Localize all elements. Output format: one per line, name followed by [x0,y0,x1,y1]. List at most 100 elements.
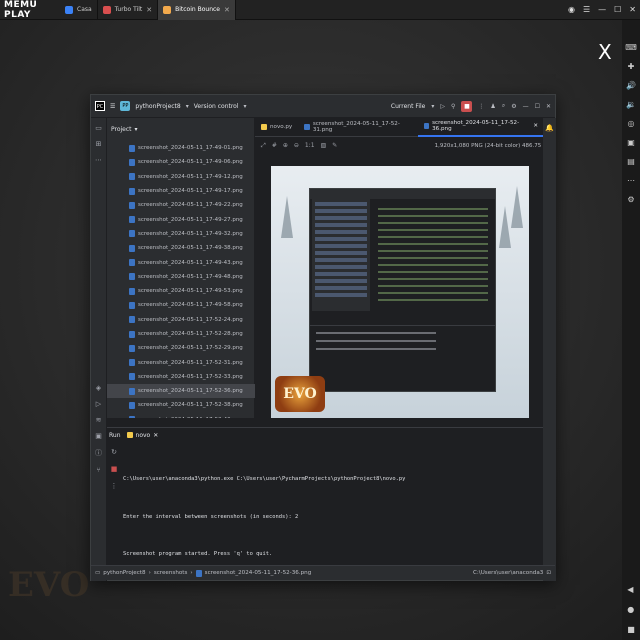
terminal-icon[interactable]: ▣ [95,432,102,440]
fit-icon[interactable]: ⤢ [261,142,266,150]
volume-up-icon[interactable]: 🔊 [626,82,636,90]
services-icon[interactable]: ≋ [96,416,102,424]
zoom-in-icon[interactable]: ⊕ [283,142,288,149]
project-name-button[interactable]: pythonProject8 [135,103,180,110]
run-config-select[interactable]: Current File [391,103,425,110]
run-tool-icon[interactable]: ▷ [96,400,101,408]
volume-down-icon[interactable]: 🔉 [626,101,636,109]
file-list-item[interactable]: screenshot_2024-05-11_17-49-06.png [107,155,255,169]
close-tab-icon[interactable]: ✕ [224,6,230,14]
tab-novo-py[interactable]: novo.py [255,118,298,137]
settings-icon[interactable]: ⚙ [511,103,516,110]
project-panel-title[interactable]: Project [111,126,132,133]
more-icon[interactable]: ⋮ [111,482,118,490]
file-list-item[interactable]: screenshot_2024-05-11_17-49-12.png [107,170,255,184]
controller-icon[interactable]: ✚ [628,63,635,71]
file-list-item[interactable]: screenshot_2024-05-11_17-52-24.png [107,313,255,327]
file-name: screenshot_2024-05-11_17-49-17.png [138,188,243,195]
notifications-icon[interactable]: 🔔 [545,124,554,132]
close-icon[interactable]: ✕ [546,103,551,110]
grid-icon[interactable]: # [272,142,277,149]
search-icon[interactable]: ⌕ [502,102,505,110]
problems-icon[interactable]: ⓘ [95,448,102,458]
emulator-tab-turbo[interactable]: Turbo Tilt ✕ [98,0,159,20]
actual-size-icon[interactable]: 1:1 [305,142,315,149]
more-icon[interactable]: ⋯ [627,177,635,185]
minimize-icon[interactable]: — [598,5,606,14]
close-overlay-button[interactable]: X [598,40,612,64]
title-bar-actions: Current File ▾ ▷ ⚲ ■ ⋮ ♟ ⌕ ⚙ — ☐ ✕ [391,100,551,112]
file-list-item[interactable]: screenshot_2024-05-11_17-49-48.png [107,270,255,284]
emulator-tab-bitcoin[interactable]: Bitcoin Bounce ✕ [158,0,236,20]
maximize-icon[interactable]: ☐ [535,103,540,110]
back-icon[interactable]: ◀ [627,586,635,594]
more-icon[interactable]: ⋯ [95,156,102,164]
file-list-item[interactable]: screenshot_2024-05-11_17-49-32.png [107,227,255,241]
zoom-out-icon[interactable]: ⊖ [294,142,299,149]
close-tab-icon[interactable]: ✕ [146,6,152,14]
file-list-item[interactable]: screenshot_2024-05-11_17-49-53.png [107,284,255,298]
image-file-icon [129,216,135,224]
stop-button[interactable]: ■ [461,100,473,112]
account-icon[interactable]: ◉ [568,5,575,14]
file-list-item[interactable]: screenshot_2024-05-11_17-49-38.png [107,241,255,255]
file-name: screenshot_2024-05-11_17-49-01.png [138,145,243,152]
nested-ide-screenshot [309,188,496,392]
file-list-item[interactable]: screenshot_2024-05-11_17-52-31.png [107,355,255,369]
breadcrumb-item[interactable]: screenshot_2024-05-11_17-52-36.png [205,570,312,576]
breadcrumb-item[interactable]: pythonProject8 [103,570,145,576]
screenshot-icon[interactable]: ▣ [627,139,635,147]
interpreter-status[interactable]: C:\Users\user\anaconda3 [473,570,543,576]
lock-icon[interactable]: ⊡ [546,570,551,576]
file-list-item[interactable]: screenshot_2024-05-11_17-52-33.png [107,370,255,384]
file-list-item[interactable]: screenshot_2024-05-11_17-52-38.png [107,398,255,412]
location-icon[interactable]: ◎ [628,120,635,128]
structure-icon[interactable]: ⊞ [96,140,102,148]
file-list-item[interactable]: screenshot_2024-05-11_17-52-40.png [107,413,255,418]
close-tab-icon[interactable]: ✕ [533,123,538,129]
file-list-item[interactable]: screenshot_2024-05-11_17-52-36.png [107,384,255,399]
recent-icon[interactable]: ■ [627,626,635,634]
file-list-item[interactable]: screenshot_2024-05-11_17-49-58.png [107,298,255,312]
profile-icon[interactable]: ♟ [490,103,495,110]
settings-icon[interactable]: ⚙ [627,196,634,204]
tab-screenshot-31[interactable]: screenshot_2024-05-11_17-52-31.png [298,118,417,137]
python-packages-icon[interactable]: ◈ [96,384,101,392]
maximize-icon[interactable]: ☐ [614,5,621,14]
vcs-button[interactable]: Version control [194,103,239,110]
tab-screenshot-36[interactable]: screenshot_2024-05-11_17-52-36.png ✕ [417,118,544,137]
home-icon[interactable]: ● [627,606,635,614]
file-list-item[interactable]: screenshot_2024-05-11_17-49-22.png [107,198,255,212]
git-icon[interactable]: ⑂ [96,466,100,474]
debug-icon[interactable]: ⚲ [451,103,455,110]
close-window-icon[interactable]: ✕ [629,5,636,14]
folder-icon[interactable]: ▤ [627,158,635,166]
folder-icon[interactable]: ▭ [95,124,102,132]
emulator-tab-home[interactable]: Casa [60,0,98,20]
more-actions-icon[interactable]: ⋮ [478,103,484,110]
file-name: screenshot_2024-05-11_17-52-33.png [138,373,243,380]
image-file-icon [129,187,135,195]
file-list-item[interactable]: screenshot_2024-05-11_17-49-27.png [107,212,255,226]
chevron-down-icon[interactable]: ▾ [135,126,138,133]
file-list-item[interactable]: screenshot_2024-05-11_17-49-01.png [107,141,255,155]
file-list-item[interactable]: screenshot_2024-05-11_17-49-17.png [107,184,255,198]
breadcrumb-item[interactable]: screenshots [154,570,188,576]
file-list-item[interactable]: screenshot_2024-05-11_17-52-29.png [107,341,255,355]
menu-icon[interactable]: ☰ [583,5,590,14]
main-menu-icon[interactable]: ☰ [110,103,115,110]
stop-icon[interactable]: ■ [111,465,118,473]
file-name: screenshot_2024-05-11_17-52-40.png [138,417,243,418]
tree-shape [281,196,293,238]
rerun-icon[interactable]: ↻ [111,448,117,456]
file-list-item[interactable]: screenshot_2024-05-11_17-49-43.png [107,255,255,269]
close-tab-icon[interactable]: ✕ [153,432,158,439]
run-icon[interactable]: ▷ [440,103,445,110]
keyboard-icon[interactable]: ⌨ [625,44,637,52]
file-list-item[interactable]: screenshot_2024-05-11_17-52-28.png [107,327,255,341]
window-controls: ◉ ☰ — ☐ ✕ [568,5,640,14]
run-tab-novo[interactable]: novo ✕ [126,432,158,439]
minimize-icon[interactable]: — [523,103,529,110]
background-icon[interactable]: ▧ [321,142,327,149]
color-picker-icon[interactable]: ✎ [332,142,337,149]
